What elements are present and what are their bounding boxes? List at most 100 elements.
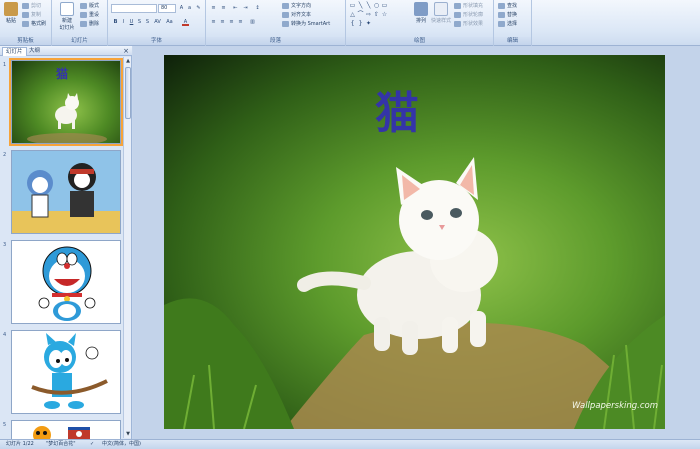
align-center-icon[interactable]: ≡ [219, 19, 226, 26]
change-case-icon[interactable]: Aa [166, 19, 173, 26]
decrease-indent-icon[interactable]: ⇤ [232, 5, 239, 12]
justify-icon[interactable]: ≡ [237, 19, 244, 26]
watermark-text: Wallpapersking.com [572, 401, 658, 411]
close-pane-icon[interactable]: × [123, 47, 129, 55]
paste-label: 粘贴 [5, 18, 16, 24]
paragraph-group: ≡ ≡ ⇤ ⇥ ↕ ≡ ≡ ≡ ≡ ▥ 文字方向 对齐文本 转换为 SmartA… [206, 0, 346, 46]
quick-styles-label: 快速样式 [430, 18, 451, 24]
slide-thumbnail-1[interactable]: 猫 [9, 58, 123, 146]
new-slide-icon [60, 2, 74, 16]
scroll-down-icon[interactable]: ▼ [124, 430, 132, 438]
font-group-label: 字体 [108, 37, 205, 45]
language-indicator[interactable]: 中文(简体，中国) [102, 440, 141, 449]
line-shape-icon[interactable]: ╲ [357, 2, 364, 9]
blue-cat-thumbnail-image [31, 333, 108, 409]
brace-shape-icon[interactable]: } [357, 20, 364, 27]
brace-shape-icon[interactable]: { [349, 20, 356, 27]
shape-fill-button[interactable]: 形状填充 [454, 2, 483, 10]
arrange-label: 排列 [415, 18, 426, 24]
grow-font-icon[interactable]: A [178, 5, 185, 12]
bold-icon[interactable]: B [112, 19, 119, 26]
arrange-icon [414, 2, 428, 16]
current-slide[interactable]: 猫 Wallpapersking.com [164, 55, 665, 429]
align-text-button[interactable]: 对齐文本 [282, 11, 311, 19]
cut-button[interactable]: 剪切 [22, 2, 41, 10]
new-slide-button[interactable]: 新建 幻灯片 [56, 2, 78, 31]
slide-thumbnail-2[interactable] [11, 150, 121, 234]
font-size-field[interactable]: 80 [158, 4, 176, 13]
paragraph-group-label: 段落 [206, 37, 345, 45]
shadow-icon[interactable]: S [144, 19, 151, 26]
slides-group: 新建 幻灯片 版式 重设 删除 幻灯片 [52, 0, 108, 46]
slides-pane: 幻灯片 大纲 × 1 猫 2 3 4 5 ▲ ▼ [0, 46, 132, 439]
pane-scrollbar[interactable]: ▲ ▼ [123, 57, 131, 438]
rectangle-shape-icon[interactable]: ▭ [381, 2, 388, 9]
char-spacing-icon[interactable]: AV [154, 19, 161, 26]
doraemon-thumbnail-image [38, 246, 96, 321]
copy-button[interactable]: 复制 [22, 11, 41, 19]
cartoon-thumbnail-image [33, 426, 90, 439]
shrink-font-icon[interactable]: a [186, 5, 193, 12]
slide-thumbnail-3[interactable] [11, 240, 121, 324]
slide-title[interactable]: 猫 [366, 77, 426, 141]
shape-effects-button[interactable]: 形状效果 [454, 20, 483, 28]
align-right-icon[interactable]: ≡ [228, 19, 235, 26]
bullets-icon[interactable]: ≡ [210, 5, 217, 12]
replace-button[interactable]: 替换 [498, 11, 517, 19]
line-shape-icon[interactable]: ╲ [365, 2, 372, 9]
font-color-icon[interactable]: A [182, 19, 189, 26]
slide-editor: 猫 Wallpapersking.com [133, 46, 700, 439]
quick-styles-icon [434, 2, 448, 16]
format-painter-button[interactable]: 格式刷 [22, 20, 46, 28]
editing-group-label: 编辑 [494, 37, 531, 45]
curve-shape-icon[interactable]: ⌒ [357, 11, 364, 18]
clipboard-group-label: 剪贴板 [0, 37, 51, 45]
find-button[interactable]: 查找 [498, 2, 517, 10]
theme-name: "梦幻百合花" [46, 441, 76, 447]
tab-slides[interactable]: 幻灯片 [2, 47, 27, 56]
slide-number: 3 [3, 242, 7, 248]
arrange-button[interactable]: 排列 [412, 2, 430, 24]
quick-styles-button[interactable]: 快速样式 [430, 2, 452, 24]
arrow-shape-icon[interactable]: ⇨ [365, 11, 372, 18]
scroll-thumb[interactable] [125, 67, 131, 119]
shape-outline-button[interactable]: 形状轮廓 [454, 11, 483, 19]
rectangle-shape-icon[interactable]: ▭ [349, 2, 356, 9]
tab-outline[interactable]: 大纲 [26, 47, 43, 56]
oval-shape-icon[interactable]: ○ [373, 2, 380, 9]
slide-number: 2 [3, 152, 7, 158]
spell-check-icon[interactable]: ✓ [90, 440, 94, 449]
numbering-icon[interactable]: ≡ [220, 5, 227, 12]
slide-counter: 幻灯片 1/22 [6, 441, 34, 447]
triangle-shape-icon[interactable]: △ [349, 11, 356, 18]
paste-button[interactable]: 粘贴 [2, 2, 20, 24]
text-direction-button[interactable]: 文字方向 [282, 2, 311, 10]
clear-format-icon[interactable]: ✎ [195, 5, 202, 12]
font-name-field[interactable] [111, 4, 157, 13]
layout-button[interactable]: 版式 [80, 2, 99, 10]
italic-icon[interactable]: I [120, 19, 127, 26]
increase-indent-icon[interactable]: ⇥ [242, 5, 249, 12]
smartart-button[interactable]: 转换为 SmartArt [282, 20, 330, 28]
scroll-up-icon[interactable]: ▲ [124, 57, 132, 65]
strikethrough-icon[interactable]: S [136, 19, 143, 26]
pane-tabs: 幻灯片 大纲 × [0, 46, 132, 56]
delete-slide-button[interactable]: 删除 [80, 20, 99, 28]
arrow-shape-icon[interactable]: ⇧ [373, 11, 380, 18]
editing-group: 查找 替换 选择 编辑 [494, 0, 532, 46]
line-spacing-icon[interactable]: ↕ [254, 5, 261, 12]
slide-thumbnail-5[interactable] [11, 420, 121, 439]
underline-icon[interactable]: U [128, 19, 135, 26]
clipboard-group: 粘贴 剪切 复制 格式刷 剪贴板 [0, 0, 52, 46]
slide-number: 4 [3, 332, 7, 338]
star-shape-icon[interactable]: ☆ [381, 11, 388, 18]
columns-icon[interactable]: ▥ [249, 19, 256, 26]
slide-thumbnail-4[interactable] [11, 330, 121, 414]
select-button[interactable]: 选择 [498, 20, 517, 28]
cartoon-cats-thumbnail-image [12, 151, 120, 233]
star-shape-icon[interactable]: ✦ [365, 20, 372, 27]
reset-button[interactable]: 重设 [80, 11, 99, 19]
align-left-icon[interactable]: ≡ [210, 19, 217, 26]
drawing-group-label: 绘图 [346, 37, 493, 45]
paste-icon [4, 2, 18, 16]
